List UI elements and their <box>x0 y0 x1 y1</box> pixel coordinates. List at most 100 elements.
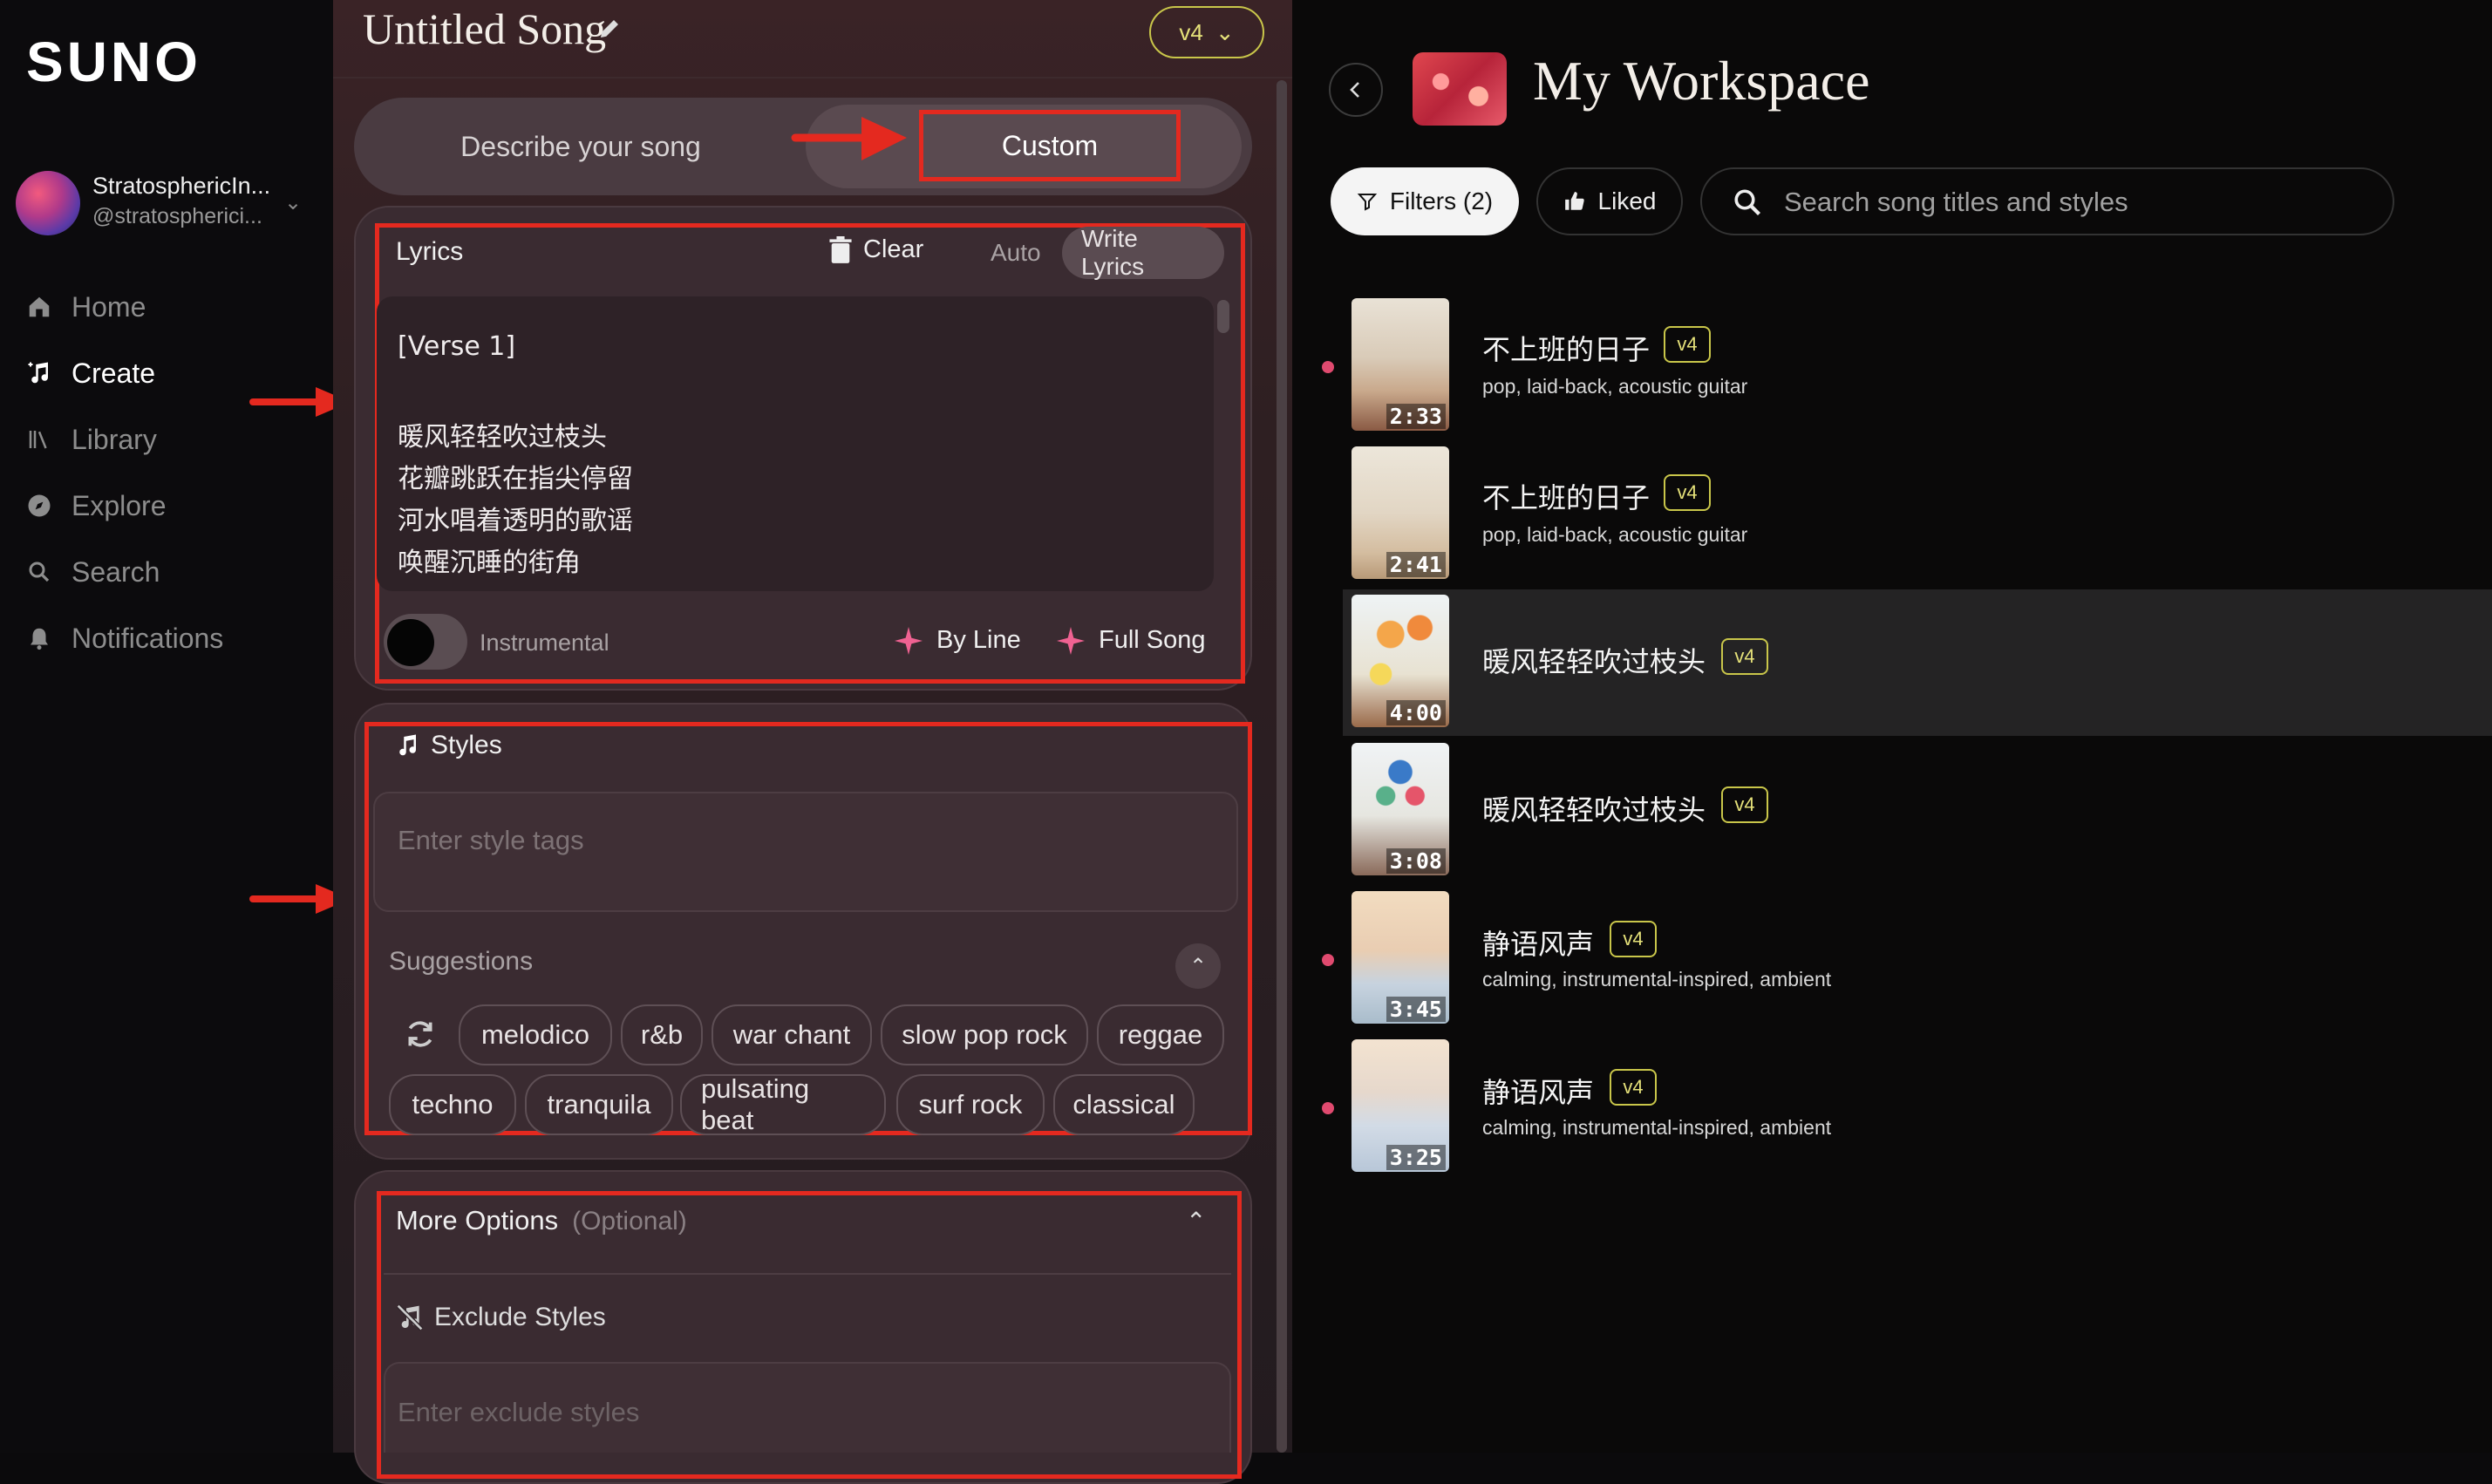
filters-button[interactable]: Filters (2) <box>1331 167 1519 235</box>
chevron-left-icon <box>1350 82 1359 98</box>
account-handle: @stratospherici... <box>92 204 262 228</box>
song-title[interactable]: 不上班的日子 <box>1482 328 1650 368</box>
song-title[interactable]: 静语风声 <box>1482 922 1594 963</box>
version-badge: v4 <box>1610 1069 1657 1106</box>
clear-button[interactable]: Clear <box>828 235 923 264</box>
version-badge: v4 <box>1664 326 1711 363</box>
lyrics-scrollbar[interactable] <box>1217 300 1229 333</box>
version-selector[interactable]: v4 ⌄ <box>1149 6 1264 58</box>
song-cover[interactable]: 2:33 <box>1352 298 1449 431</box>
by-line-label: By Line <box>936 626 1021 654</box>
version-badge: v4 <box>1721 786 1768 823</box>
suggestion-tag[interactable]: surf rock <box>896 1074 1045 1135</box>
nav-item-search[interactable]: Search <box>26 548 160 596</box>
song-duration: 3:25 <box>1386 1145 1446 1170</box>
chevron-down-icon[interactable]: ⌄ <box>284 190 302 215</box>
full-song-label: Full Song <box>1099 626 1206 654</box>
by-line-button[interactable]: By Line <box>895 626 1021 655</box>
filter-icon <box>1357 194 1378 211</box>
nav-item-library[interactable]: Library <box>26 415 157 464</box>
nav-item-notifications[interactable]: Notifications <box>26 614 223 663</box>
nav-label: Create <box>71 357 156 389</box>
nav-label: Search <box>71 555 160 588</box>
song-tags: pop, laid-back, acoustic guitar <box>1482 523 1748 546</box>
music-note-icon <box>28 362 49 384</box>
liked-button[interactable]: Liked <box>1536 167 1683 235</box>
avatar[interactable] <box>16 171 80 235</box>
auto-button[interactable]: Auto <box>991 239 1041 267</box>
account-name[interactable]: StratosphericIn... <box>92 173 270 200</box>
song-title[interactable]: 静语风声 <box>1482 1071 1594 1111</box>
nav-label: Notifications <box>71 622 224 654</box>
song-cover[interactable]: 3:25 <box>1352 1039 1449 1172</box>
song-tags: calming, instrumental-inspired, ambient <box>1482 1116 1832 1139</box>
sparkle-icon <box>1057 626 1085 655</box>
search-placeholder: Search song titles and styles <box>1784 187 2128 217</box>
suggestion-tag[interactable]: r&b <box>621 1004 703 1065</box>
song-title[interactable]: 不上班的日子 <box>1482 476 1650 516</box>
suggestion-tag[interactable]: melodico <box>459 1004 612 1065</box>
exclude-styles-label: Exclude Styles <box>434 1303 606 1331</box>
workspace-title: My Workspace <box>1533 50 1870 112</box>
song-cover[interactable]: 2:41 <box>1352 446 1449 579</box>
song-duration: 3:08 <box>1386 848 1446 874</box>
style-tags-placeholder: Enter style tags <box>398 825 584 855</box>
song-cover[interactable]: 3:08 <box>1352 743 1449 875</box>
optional-label: (Optional) <box>572 1207 687 1236</box>
version-badge: v4 <box>1664 474 1711 511</box>
suggestion-tag[interactable]: reggae <box>1097 1004 1224 1065</box>
instrumental-label: Instrumental <box>480 630 609 656</box>
song-duration: 3:45 <box>1386 997 1446 1022</box>
suggestion-tag[interactable]: war chant <box>712 1004 872 1065</box>
chevron-up-icon[interactable]: ⌃ <box>1175 943 1221 989</box>
full-song-button[interactable]: Full Song <box>1057 626 1206 655</box>
chevron-down-icon: ⌄ <box>1215 18 1235 45</box>
lyric-line: 唤醒沉睡的街角 <box>398 548 581 578</box>
suno-logo[interactable]: SUNO <box>26 30 201 94</box>
song-title[interactable]: 暖风轻轻吹过枝头 <box>1482 640 1706 680</box>
nav-item-create[interactable]: Create <box>26 349 155 398</box>
song-cover[interactable]: 4:00 <box>1352 595 1449 727</box>
music-note-icon <box>399 734 417 756</box>
music-note-slash-icon <box>396 1304 424 1331</box>
lyrics-label: Lyrics <box>396 237 464 266</box>
lyric-line: 暖风轻轻吹过枝头 <box>398 422 607 453</box>
nav-label: Explore <box>71 489 167 521</box>
more-options-label: More Options <box>396 1205 559 1236</box>
tab-describe-song[interactable]: Describe your song <box>354 98 807 195</box>
suggestion-tag[interactable]: slow pop rock <box>881 1004 1088 1065</box>
sparkle-icon <box>895 626 923 655</box>
write-lyrics-button[interactable]: Write Lyrics <box>1062 225 1224 280</box>
trash-icon <box>829 235 852 263</box>
nav-item-home[interactable]: Home <box>26 283 146 331</box>
tab-custom[interactable]: Custom <box>919 110 1181 181</box>
refresh-icon[interactable] <box>403 1017 438 1052</box>
nav-item-explore[interactable]: Explore <box>26 481 167 530</box>
song-duration: 2:33 <box>1386 404 1446 429</box>
song-title[interactable]: Untitled Song <box>363 3 606 54</box>
suggestion-tag[interactable]: pulsating beat <box>680 1073 886 1135</box>
annotation-arrow-icon <box>791 117 907 160</box>
pencil-icon[interactable] <box>596 16 623 42</box>
song-cover[interactable]: 3:45 <box>1352 891 1449 1024</box>
thumbs-up-icon <box>1564 192 1584 210</box>
lyric-line: [Verse 1] <box>398 331 516 362</box>
scrollbar[interactable] <box>1277 80 1287 1453</box>
song-duration: 2:41 <box>1386 552 1446 577</box>
chevron-up-icon[interactable]: ⌃ <box>1186 1207 1206 1236</box>
suggestion-tag[interactable]: techno <box>389 1074 516 1135</box>
liked-label: Liked <box>1597 187 1657 214</box>
suggestion-tag[interactable]: tranquila <box>525 1074 673 1135</box>
clear-label: Clear <box>863 235 924 263</box>
song-tags: pop, laid-back, acoustic guitar <box>1482 375 1748 398</box>
nav-label: Library <box>71 423 157 455</box>
exclude-styles-placeholder: Enter exclude styles <box>398 1397 640 1427</box>
version-badge: v4 <box>1721 638 1768 675</box>
suggestion-tag[interactable]: classical <box>1053 1074 1195 1135</box>
toggle-knob <box>387 619 434 666</box>
more-options-header[interactable]: More Options (Optional) <box>396 1205 687 1236</box>
workspace-cover <box>1413 52 1507 126</box>
compass-icon <box>28 494 51 517</box>
song-title[interactable]: 暖风轻轻吹过枝头 <box>1482 788 1706 828</box>
back-button[interactable] <box>1329 63 1383 117</box>
